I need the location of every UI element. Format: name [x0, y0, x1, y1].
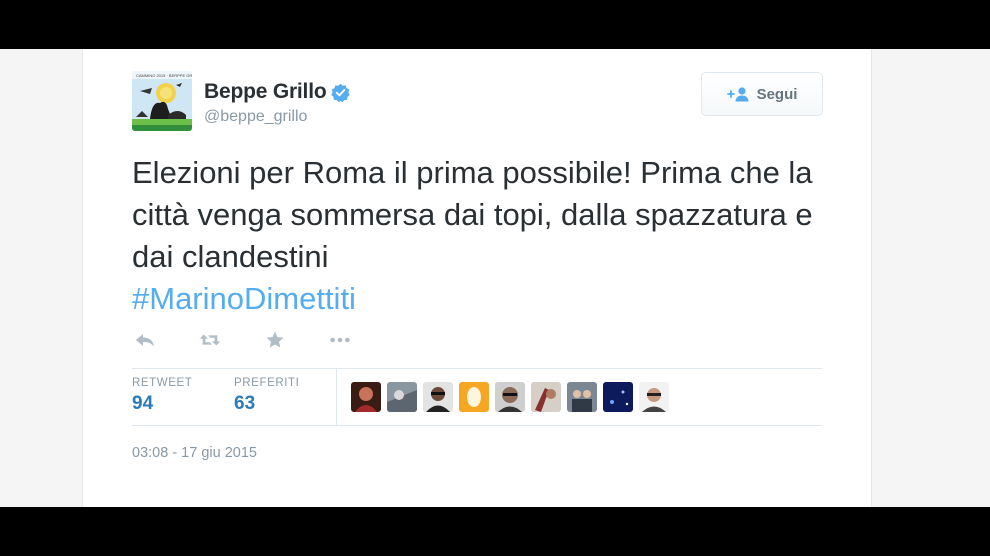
svg-text:CAMMINO 2015 · BERPPE GRILLO: CAMMINO 2015 · BERPPE GRILLO	[136, 73, 192, 78]
favoriter-avatar[interactable]	[531, 382, 561, 412]
favoriter-avatar[interactable]	[639, 382, 669, 412]
tweet-timestamp[interactable]: 03:08 - 17 giu 2015	[132, 445, 257, 461]
retweet-count: 94	[132, 393, 154, 414]
retweet-stat[interactable]: RETWEET 94	[132, 369, 234, 425]
retweet-label: RETWEET	[132, 377, 193, 389]
favoriter-avatar[interactable]	[495, 382, 525, 412]
reply-icon[interactable]	[134, 331, 156, 349]
favorite-star-icon[interactable]	[264, 331, 286, 349]
favoriter-avatar[interactable]	[459, 382, 489, 412]
favorites-stat[interactable]: PREFERITI 63	[234, 369, 336, 425]
favoriter-avatars	[351, 382, 669, 412]
favorites-count: 63	[234, 393, 256, 414]
favoriter-avatar[interactable]	[351, 382, 381, 412]
add-user-icon	[726, 86, 749, 102]
favorites-label: PREFERITI	[234, 377, 300, 389]
profile-avatar[interactable]: CAMMINO 2015 · BERPPE GRILLO	[132, 71, 192, 131]
page-background: CAMMINO 2015 · BERPPE GRILLO Beppe Grill…	[0, 49, 990, 507]
favoriter-avatar[interactable]	[603, 382, 633, 412]
tweet-stats: RETWEET 94 PREFERITI 63	[132, 369, 336, 425]
user-handle[interactable]: @beppe_grillo	[204, 108, 307, 126]
retweet-icon[interactable]	[199, 331, 221, 349]
follow-button-label: Segui	[756, 85, 798, 103]
favoriter-avatar[interactable]	[423, 382, 453, 412]
follow-button[interactable]: Segui	[701, 72, 823, 116]
tweet-card: CAMMINO 2015 · BERPPE GRILLO Beppe Grill…	[82, 49, 872, 507]
favoriter-avatar[interactable]	[387, 382, 417, 412]
stats-separator	[336, 369, 337, 425]
stats-bottom-divider	[132, 425, 822, 426]
favoriter-avatar[interactable]	[567, 382, 597, 412]
verified-badge-icon	[331, 83, 351, 102]
letterbox-top	[0, 0, 990, 49]
tweet-actions	[134, 331, 394, 349]
hashtag-link[interactable]: #MarinoDimettiti	[132, 278, 356, 320]
tweet-text: Elezioni per Roma il prima possibile! Pr…	[132, 155, 813, 274]
letterbox-bottom	[0, 507, 990, 556]
more-options-icon[interactable]	[329, 331, 351, 349]
display-name[interactable]: Beppe Grillo	[204, 80, 327, 104]
